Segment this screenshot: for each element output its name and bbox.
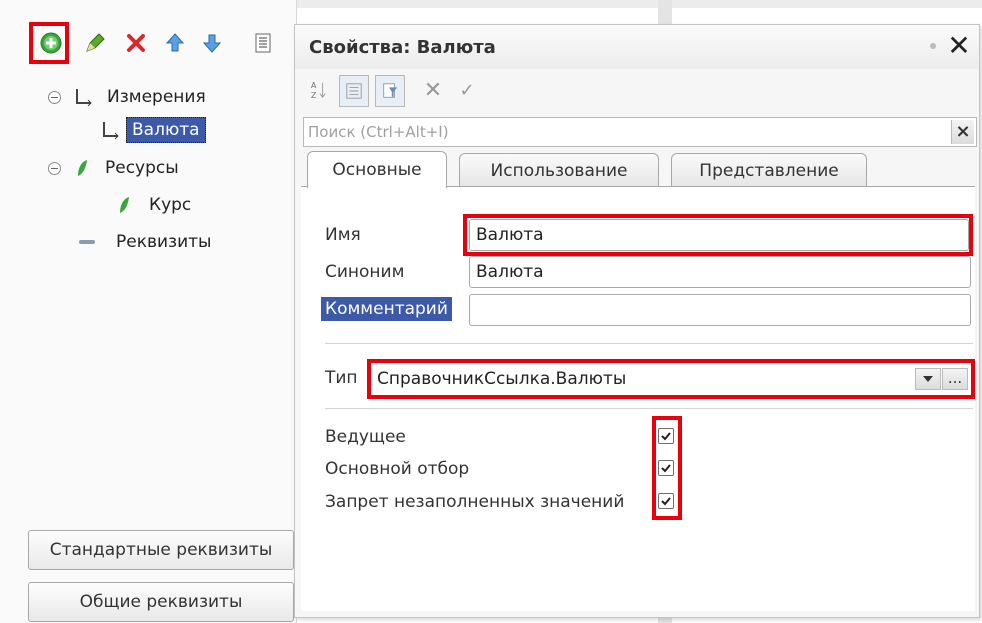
synonym-field[interactable]: Валюта [469, 256, 971, 288]
checkmark-icon: ✓ [459, 79, 475, 101]
tab-main-content: Имя Валюта Синоним Валюта Комментарий Ти… [301, 186, 975, 611]
checkmark-icon [661, 432, 671, 441]
properties-header: Свойства: Валюта ✕ [295, 25, 979, 69]
divider [325, 408, 973, 409]
edit-button[interactable] [80, 27, 110, 59]
checkbox-label-leading: Ведущее [325, 427, 406, 447]
comment-label: Комментарий [321, 297, 452, 321]
main-filter-checkbox[interactable] [658, 460, 674, 476]
close-icon[interactable]: ✕ [946, 32, 972, 60]
checkbox-label-main-filter: Основной отбор [325, 459, 470, 479]
common-attributes-button[interactable]: Общие реквизиты [28, 582, 294, 622]
synonym-label: Синоним [325, 262, 405, 282]
tab-presentation[interactable]: Представление [671, 153, 867, 187]
tree-label-rate: Курс [149, 195, 192, 215]
comment-field[interactable] [469, 294, 971, 326]
tree-node-rate[interactable]: Курс [117, 190, 191, 220]
resource-icon [78, 160, 87, 176]
filter-button[interactable] [375, 75, 405, 107]
chevron-down-icon [923, 376, 933, 382]
sort-button[interactable]: AZ [305, 75, 333, 105]
delete-button[interactable] [121, 27, 151, 59]
tree-label-dimensions: Измерения [107, 87, 206, 107]
name-label: Имя [325, 225, 361, 245]
tab-usage[interactable]: Использование [459, 153, 659, 187]
standard-attributes-button[interactable]: Стандартные реквизиты [28, 530, 294, 570]
tree-node-attributes[interactable]: Реквизиты [78, 227, 211, 257]
svg-text:A: A [311, 80, 317, 90]
type-dropdown-button[interactable] [915, 368, 941, 390]
tree-label-attributes: Реквизиты [116, 232, 212, 252]
clear-button[interactable]: ✕ [419, 75, 447, 105]
tree-node-dimensions[interactable]: − Измерения [48, 82, 206, 112]
edit-icon [86, 33, 105, 52]
search-input[interactable] [306, 120, 950, 144]
categories-icon [346, 83, 362, 99]
type-select-button[interactable]: ... [942, 368, 968, 390]
checkbox-label-deny-empty: Запрет незаполненных значений [325, 492, 625, 512]
leading-checkbox[interactable] [658, 428, 674, 444]
tree-label-currency: Валюта [126, 117, 206, 143]
add-button[interactable] [36, 27, 66, 59]
properties-panel: Свойства: Валюта ✕ AZ ✕ ✓ × Основные Исп… [294, 24, 980, 618]
sort-az-icon: AZ [311, 80, 326, 100]
move-up-button[interactable] [160, 27, 190, 59]
properties-title: Свойства: Валюта [309, 37, 496, 58]
move-down-icon [202, 34, 222, 53]
search-box: × [303, 117, 977, 147]
checkmark-icon [661, 464, 671, 473]
resource-icon [120, 197, 129, 213]
pin-icon[interactable] [927, 40, 939, 52]
list-button[interactable] [248, 27, 278, 59]
type-label: Тип [325, 368, 358, 388]
clear-x-icon: ✕ [423, 77, 443, 103]
collapse-icon[interactable]: − [48, 90, 61, 104]
type-field[interactable]: СправочникСсылка.Валюты [371, 363, 931, 395]
collapse-icon[interactable]: − [48, 161, 61, 175]
checkmark-icon [661, 497, 671, 506]
tree-node-resources[interactable]: − Ресурсы [48, 153, 179, 183]
apply-button[interactable]: ✓ [453, 75, 481, 105]
delete-icon [127, 34, 145, 52]
categories-button[interactable] [339, 75, 369, 107]
dimension-icon [103, 122, 119, 140]
move-up-icon [165, 33, 185, 52]
tree-label-resources: Ресурсы [105, 158, 179, 178]
filter-icon [383, 83, 398, 98]
move-down-button[interactable] [197, 27, 227, 59]
deny-empty-checkbox[interactable] [658, 493, 674, 509]
name-field[interactable]: Валюта [469, 219, 969, 251]
attribute-icon [79, 240, 95, 244]
add-icon [40, 32, 62, 54]
tree-node-currency[interactable]: Валюта [100, 115, 206, 145]
search-clear-icon[interactable]: × [951, 120, 974, 144]
left-panel: − Измерения Валюта − Ресурсы Курс Реквиз… [0, 0, 297, 623]
tab-main[interactable]: Основные [307, 151, 447, 188]
divider [325, 343, 973, 344]
dimension-icon [76, 89, 92, 107]
list-icon [255, 33, 271, 53]
svg-text:Z: Z [311, 90, 317, 100]
